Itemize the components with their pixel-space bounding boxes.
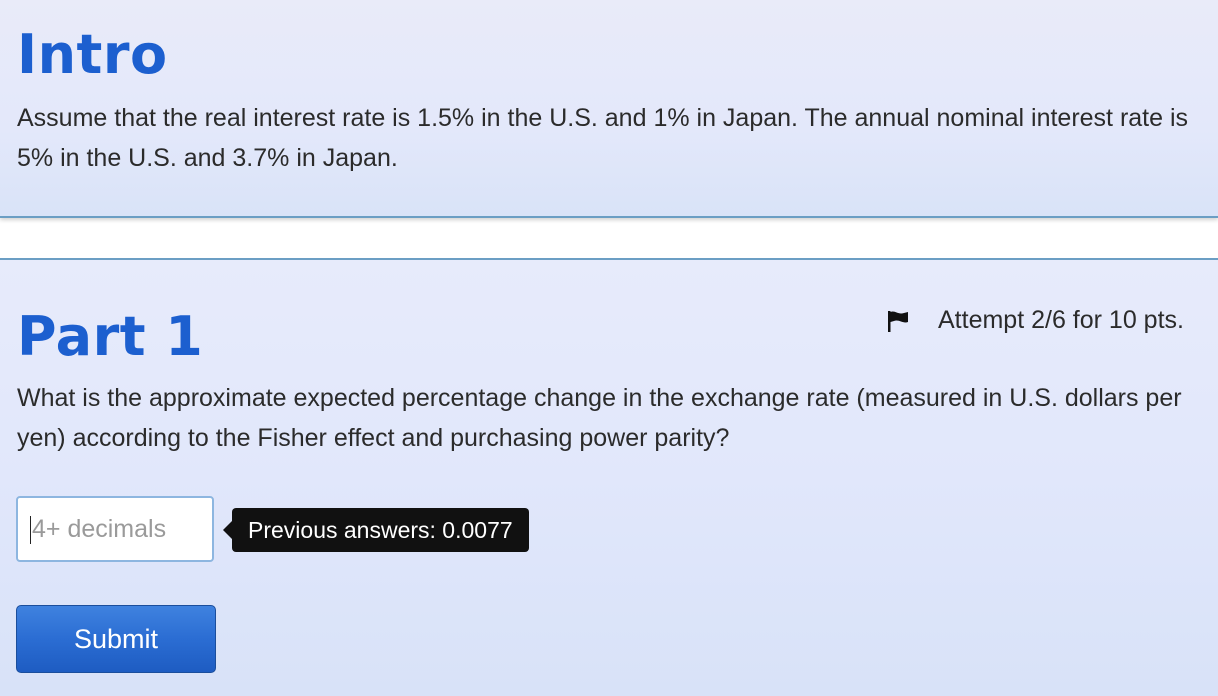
attempt-label: Attempt 2/6 for 10 pts.: [938, 306, 1184, 334]
part-title: Part 1: [17, 305, 204, 368]
answer-input[interactable]: [16, 496, 214, 562]
text-cursor: [30, 516, 31, 544]
previous-answers-tooltip: Previous answers: 0.0077: [223, 508, 529, 552]
question-text: What is the approximate expected percent…: [17, 384, 1182, 452]
part-1-section: Part 1 Attempt 2/6 for 10 pts. What is t…: [0, 258, 1218, 696]
intro-text: Assume that the real interest rate is 1.…: [17, 104, 1189, 172]
intro-section: Intro Assume that the real interest rate…: [0, 0, 1218, 218]
flag-icon[interactable]: [886, 309, 912, 333]
submit-button[interactable]: Submit: [16, 605, 216, 673]
attempt-info: Attempt 2/6 for 10 pts.: [886, 306, 1184, 335]
intro-title: Intro: [17, 23, 168, 86]
